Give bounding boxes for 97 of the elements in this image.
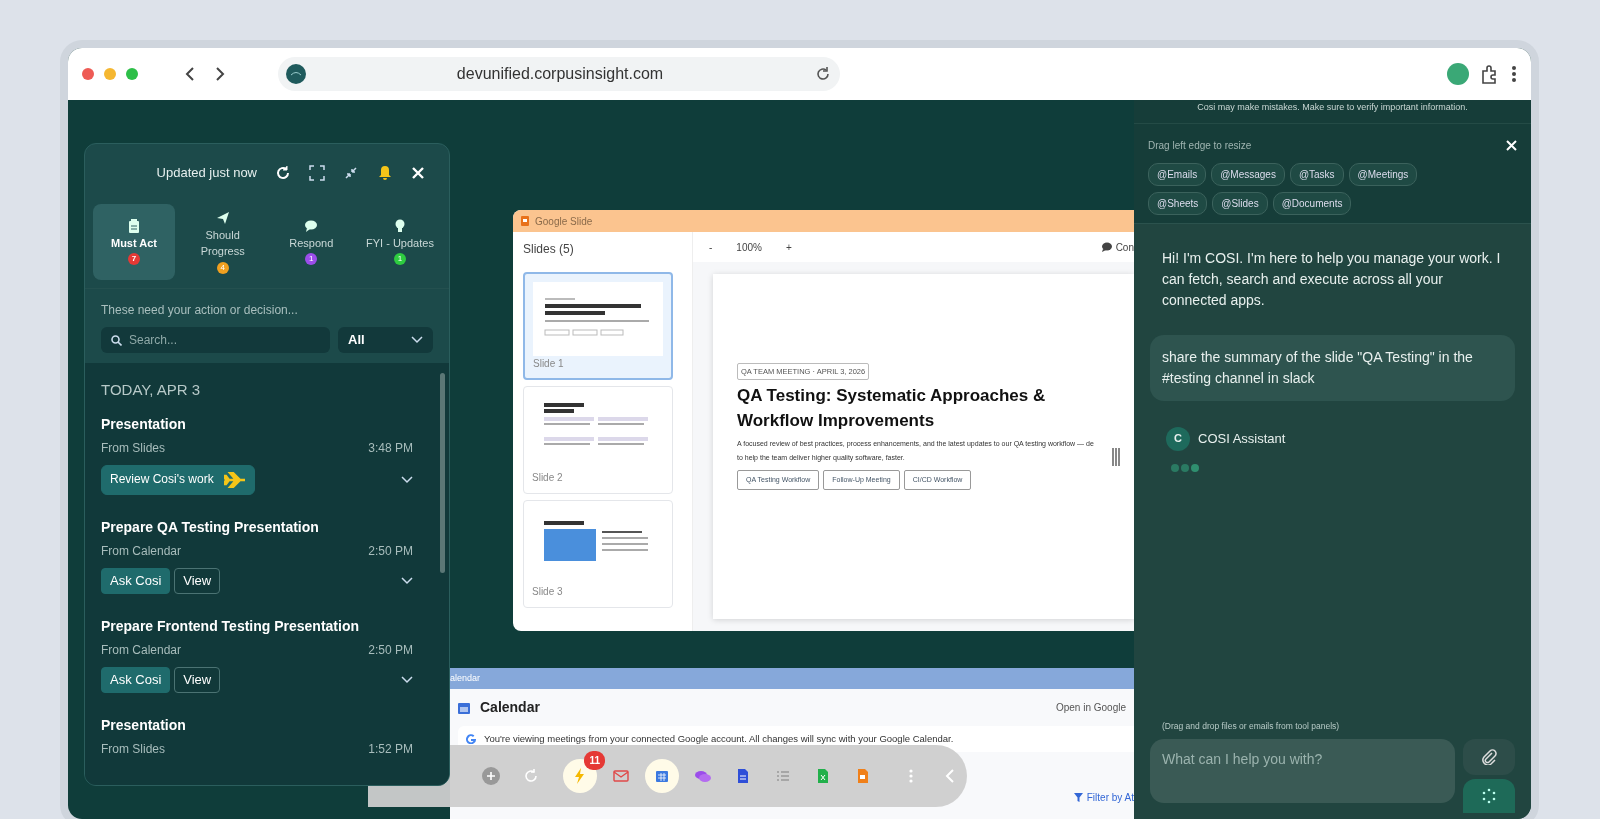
assistant-avatar: C (1166, 426, 1190, 451)
comment-icon (1101, 242, 1112, 252)
add-icon (482, 767, 500, 785)
category-tab[interactable]: FYI - Updates 1 (358, 204, 441, 280)
filter-dropdown[interactable]: All (338, 327, 433, 353)
task-title: Prepare Frontend Testing Presentation (101, 616, 360, 636)
view-button[interactable]: View (174, 567, 221, 594)
user-message: share the summary of the slide "QA Testing" in the #testing channel in slack (1150, 334, 1515, 401)
task-time: 3:48 PM (368, 439, 413, 457)
category-tab[interactable]: Must Act 7 (93, 204, 175, 280)
task-source: From Calendar (101, 542, 182, 560)
slides-file-icon (521, 216, 529, 226)
mention-chip[interactable]: @Messages (1211, 162, 1285, 186)
chevron-down-icon[interactable] (401, 675, 413, 684)
assistant-message: Hi! I'm COSI. I'm here to help you manage your work. I can fetch, search and execute across all your connected apps. (1161, 248, 1502, 310)
mention-chip[interactable]: @Documents (1272, 191, 1352, 215)
hint-text: These need your action or decision... (101, 302, 299, 319)
collapse-icon[interactable] (343, 165, 359, 181)
expand-icon[interactable] (309, 165, 325, 181)
bell-icon[interactable] (377, 165, 393, 181)
menu-icon[interactable] (1511, 64, 1517, 84)
close-window-button[interactable] (82, 68, 94, 80)
drop-hint: (Drag and drop files or emails from tool panels) (1161, 720, 1341, 734)
clipboard-icon (127, 218, 141, 233)
category-tab[interactable]: Respond 1 (270, 204, 353, 280)
date-heading: TODAY, APR 3 (101, 380, 202, 400)
filter-icon (1073, 793, 1083, 803)
task-time: 2:50 PM (368, 542, 413, 560)
open-in-google-link[interactable]: Open in Google (1055, 700, 1126, 715)
paperclip-icon (1481, 749, 1497, 765)
scrollbar[interactable] (440, 373, 445, 573)
task-source: From Slides (101, 741, 165, 759)
count-badge: 4 (216, 261, 229, 274)
mention-chip[interactable]: @Emails (1148, 162, 1207, 186)
paper-plane-icon (215, 210, 230, 225)
more-icon (909, 769, 913, 783)
close-icon[interactable] (1506, 139, 1517, 151)
airplane-icon (223, 471, 246, 488)
loading-spinner-icon (1481, 788, 1497, 804)
mail-icon (612, 767, 630, 785)
count-badge: 1 (305, 253, 318, 266)
search-field[interactable]: Search... (101, 327, 330, 353)
ask-button[interactable]: Ask Cosi (101, 666, 171, 694)
drag-handle-icon[interactable] (1112, 448, 1120, 466)
slide-thumbnail[interactable]: Slide 3 (523, 500, 673, 608)
task-title: Presentation (101, 716, 187, 736)
window-title: Google Slide (535, 214, 593, 229)
sync-notice: You're viewing meetings from your connected Google account. All changes will sync with your Google Calendar. (484, 732, 954, 746)
chevron-down-icon[interactable] (401, 576, 413, 585)
view-button[interactable]: View (174, 666, 221, 694)
close-icon[interactable] (411, 166, 425, 180)
typing-dots-icon (1170, 462, 1200, 473)
count-badge: 1 (393, 253, 406, 266)
search-icon (111, 335, 122, 346)
slide-thumbnail[interactable]: Slide 2 (523, 386, 673, 494)
mention-chip[interactable]: @Tasks (1289, 162, 1344, 186)
site-logo-icon (286, 64, 306, 84)
maximize-window-button[interactable] (126, 68, 138, 80)
zoom-level: 100% (736, 240, 762, 255)
speech-bubble-icon (304, 218, 319, 233)
disclaimer-text: Cosi may make mistakes. Make sure to verify important information. (1134, 100, 1531, 124)
slides-count: Slides (5) (523, 241, 575, 258)
calendar-icon (458, 701, 470, 714)
refresh-icon (522, 767, 540, 785)
task-source: From Slides (101, 439, 165, 457)
comments-button[interactable]: Con (1101, 239, 1134, 255)
task-source: From Calendar (101, 641, 182, 659)
refresh-icon[interactable] (275, 165, 291, 181)
status-text: Updated just now (156, 164, 257, 183)
task-time: 2:50 PM (368, 641, 413, 659)
mention-chip[interactable]: @Slides (1212, 191, 1268, 215)
count-badge: 7 (128, 253, 140, 266)
slide-title: QA Testing: Systematic Approaches & Workflow Improvements (737, 384, 1047, 432)
zoom-in-button[interactable]: + (785, 239, 792, 255)
google-g-icon (466, 734, 476, 745)
dock-button[interactable] (645, 759, 679, 793)
assistant-name: COSI Assistant (1198, 429, 1286, 448)
zoom-out-button[interactable]: - (709, 239, 713, 255)
task-time: 1:52 PM (368, 741, 413, 759)
resize-hint: Drag left edge to resize (1148, 138, 1252, 153)
chevron-down-icon[interactable] (401, 475, 413, 484)
calendar-heading: Calendar (480, 698, 540, 717)
mention-chip[interactable]: @Sheets (1148, 191, 1208, 215)
ask-button[interactable]: Ask Cosi (101, 567, 171, 594)
category-tab[interactable]: Should Progress 4 (181, 204, 264, 280)
filter-button[interactable]: Filter by At (1073, 790, 1134, 806)
chevron-down-icon (411, 336, 423, 344)
task-title: Prepare QA Testing Presentation (101, 517, 320, 537)
mention-chip[interactable]: @Meetings (1348, 162, 1418, 186)
notification-badge: 11 (584, 751, 605, 770)
window-title: alendar (450, 671, 481, 685)
attach-button[interactable] (1463, 739, 1515, 775)
reload-icon[interactable] (814, 65, 832, 83)
review-button[interactable]: Review Cosi's work (101, 464, 255, 495)
task-title: Presentation (101, 414, 187, 434)
message-input[interactable]: What can I help you with? (1150, 739, 1455, 803)
extension-avatar-icon[interactable] (1447, 63, 1469, 85)
